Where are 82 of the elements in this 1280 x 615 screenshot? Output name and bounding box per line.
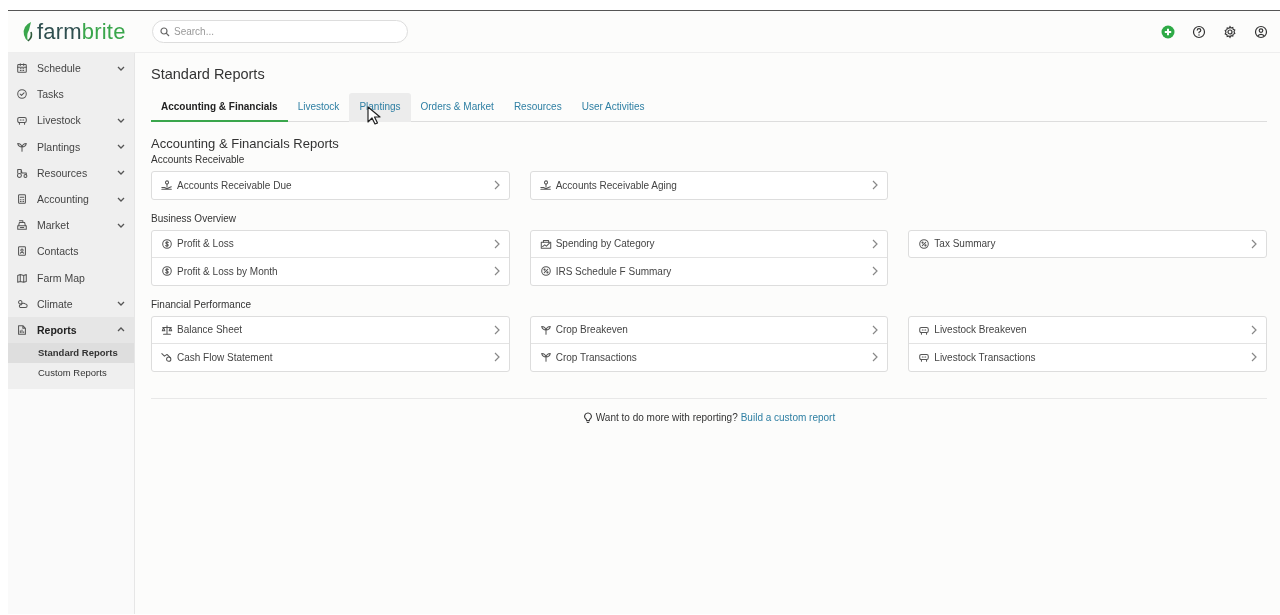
- sidebar-item[interactable]: Resources: [8, 159, 134, 186]
- report-link[interactable]: Crop Transactions: [530, 343, 888, 371]
- check-circle-icon: [16, 88, 28, 101]
- tab[interactable]: User Activities: [571, 93, 655, 122]
- search-icon: [160, 27, 170, 37]
- user-account-icon[interactable]: [1254, 24, 1268, 39]
- sidebar-item[interactable]: Market: [8, 212, 134, 239]
- tab[interactable]: Accounting & Financials: [151, 93, 288, 122]
- report-link[interactable]: Spending by Category: [530, 230, 888, 257]
- sidebar-item[interactable]: Plantings: [8, 133, 134, 160]
- chevron-right-icon: [871, 352, 880, 363]
- group-heading: Financial Performance: [151, 298, 253, 310]
- sidebar-item[interactable]: Livestock: [8, 107, 134, 134]
- report-link[interactable]: Cash Flow Statement: [152, 343, 509, 371]
- sidebar-item[interactable]: Reports: [8, 316, 134, 344]
- report-link[interactable]: Profit & Loss by Month: [152, 257, 509, 285]
- group-heading: Business Overview: [151, 212, 238, 224]
- help-icon[interactable]: [1192, 24, 1206, 39]
- percent-circle-icon: [539, 265, 552, 278]
- page-title: Standard Reports: [151, 66, 266, 82]
- chevron-right-icon: [492, 238, 501, 249]
- chevron-right-icon: [1250, 324, 1258, 335]
- chevron-right-icon: [871, 180, 880, 191]
- chevron-right-icon: [492, 324, 501, 335]
- chevron-right-icon: [871, 266, 880, 277]
- dollar-circle-icon: [161, 237, 173, 250]
- lightbulb-icon: [582, 411, 593, 424]
- dollar-circle-icon: [161, 265, 173, 278]
- sidebar-subitem[interactable]: Custom Reports: [8, 363, 134, 384]
- tab[interactable]: Resources: [503, 93, 572, 122]
- tractor-icon: [16, 166, 28, 179]
- settings-icon[interactable]: [1223, 24, 1237, 39]
- calculator-icon: [16, 193, 28, 206]
- report-link[interactable]: Balance Sheet: [152, 316, 509, 343]
- percent-circle-icon: [918, 237, 931, 250]
- hand-coin-icon: [161, 179, 173, 192]
- report-link[interactable]: Profit & Loss: [152, 230, 509, 257]
- sidebar-item[interactable]: Schedule: [8, 55, 134, 82]
- tab[interactable]: Livestock: [287, 93, 350, 122]
- sprout-icon: [539, 351, 552, 364]
- report-link[interactable]: Accounts Receivable Due: [152, 172, 509, 199]
- chevron-right-icon: [492, 352, 501, 363]
- search-field[interactable]: Search...: [152, 20, 408, 43]
- calendar-icon: [16, 62, 28, 75]
- farmbrite-logo[interactable]: farmbrite: [20, 18, 138, 45]
- cash-register-icon: [16, 219, 28, 232]
- contact-card-icon: [16, 245, 28, 258]
- chart-box-icon: [539, 237, 552, 250]
- report-link[interactable]: IRS Schedule F Summary: [530, 257, 888, 285]
- report-link[interactable]: Livestock Breakeven: [909, 316, 1266, 343]
- sprout-icon: [16, 140, 28, 153]
- group-heading: Accounts Receivable: [151, 154, 246, 165]
- report-link[interactable]: Tax Summary: [909, 230, 1266, 257]
- sidebar-item[interactable]: Contacts: [8, 238, 134, 265]
- chevron-right-icon: [1250, 352, 1258, 363]
- add-icon[interactable]: [1161, 24, 1175, 39]
- tab[interactable]: Plantings: [349, 93, 411, 122]
- report-link[interactable]: Livestock Transactions: [909, 343, 1266, 371]
- sidebar-item[interactable]: Accounting: [8, 185, 134, 213]
- cow-icon: [16, 114, 28, 127]
- sprout-icon: [539, 323, 552, 336]
- sidebar-subitem[interactable]: Standard Reports: [8, 343, 134, 364]
- scale-icon: [161, 323, 173, 336]
- report-file-icon: [16, 323, 28, 336]
- hand-coin-icon: [539, 179, 552, 192]
- section-heading: Accounting & Financials Reports: [151, 136, 340, 151]
- sidebar-item[interactable]: Farm Map: [8, 264, 134, 291]
- tab[interactable]: Orders & Market: [410, 93, 504, 122]
- chevron-right-icon: [871, 324, 880, 335]
- chevron-right-icon: [492, 266, 501, 277]
- chevron-right-icon: [492, 180, 501, 191]
- chevron-right-icon: [871, 238, 880, 249]
- custom-report-link[interactable]: Build a custom report: [740, 412, 836, 423]
- chevron-right-icon: [1250, 238, 1258, 249]
- report-link[interactable]: Accounts Receivable Aging: [530, 172, 888, 199]
- cow-icon: [918, 351, 931, 364]
- map-icon: [16, 271, 28, 284]
- cloud-sun-icon: [16, 297, 28, 310]
- report-link[interactable]: Crop Breakeven: [530, 316, 888, 343]
- sidebar-item[interactable]: Climate: [8, 290, 134, 317]
- footer-text: Want to do more with reporting?: [595, 412, 738, 423]
- sidebar-item[interactable]: Tasks: [8, 81, 134, 108]
